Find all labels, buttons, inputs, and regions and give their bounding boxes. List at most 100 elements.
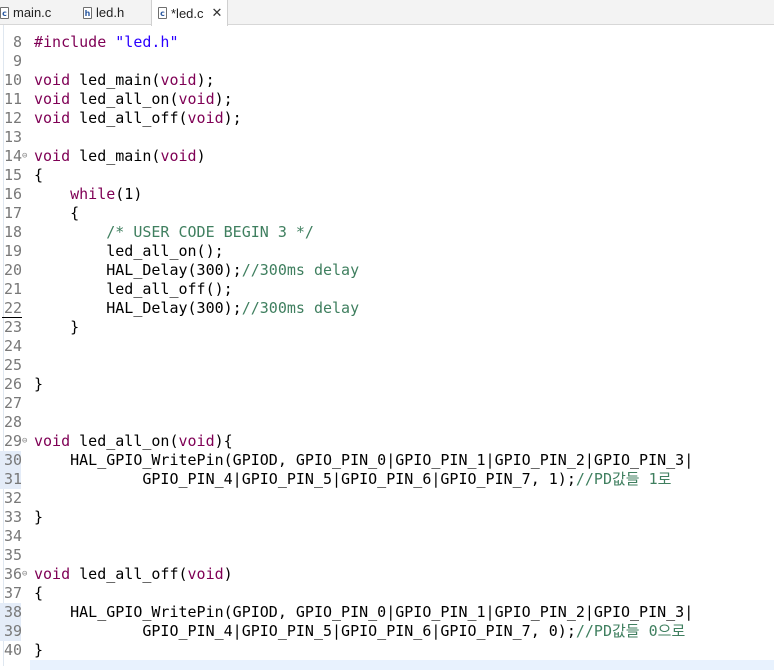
code-line[interactable]: 25 — [0, 356, 774, 375]
fold-toggle-icon[interactable]: ⊖ — [22, 147, 27, 166]
code-line[interactable]: 16 while(1) — [0, 185, 774, 204]
code-text: void led_all_on(void){ — [34, 432, 233, 450]
fold-toggle-icon[interactable]: ⊖ — [22, 565, 27, 584]
line-number: 35 — [3, 546, 22, 564]
code-text: led_all_off(); — [34, 280, 233, 298]
line-number: 23 — [3, 318, 22, 336]
code-line[interactable]: 12 void led_all_off(void); — [0, 109, 774, 128]
line-number: 30 — [3, 451, 22, 469]
line-number: 20 — [3, 261, 22, 279]
code-line[interactable]: 20 HAL_Delay(300);//300ms delay — [0, 261, 774, 280]
line-number: 31 — [3, 470, 22, 488]
code-line[interactable]: 21 led_all_off(); — [0, 280, 774, 299]
code-line[interactable]: 28 — [0, 413, 774, 432]
code-text: HAL_GPIO_WritePin(GPIOD, GPIO_PIN_0|GPIO… — [34, 451, 694, 469]
code-line[interactable]: 18 /* USER CODE BEGIN 3 */ — [0, 223, 774, 242]
close-icon[interactable]: ✕ — [212, 6, 223, 21]
line-number: 11 — [3, 90, 22, 108]
code-text: GPIO_PIN_4|GPIO_PIN_5|GPIO_PIN_6|GPIO_PI… — [34, 622, 686, 640]
editor-tab-bar: c main.c h led.h c *led.c ✕ — [0, 0, 774, 26]
tab-main-c[interactable]: c main.c — [0, 0, 75, 25]
code-text: { — [34, 584, 44, 602]
code-text: { — [34, 204, 80, 222]
c-header-file-icon: h — [83, 6, 92, 19]
code-editor[interactable]: 8 #include "led.h" 9 10 void led_main(void);… — [0, 25, 774, 670]
line-number: 14 — [3, 147, 22, 165]
line-number: 28 — [3, 413, 22, 431]
line-number: 37 — [3, 584, 22, 602]
c-source-file-icon: c — [158, 7, 167, 19]
code-line[interactable]: 10 void led_main(void); — [0, 71, 774, 90]
code-line[interactable]: 15 { — [0, 166, 774, 185]
code-line[interactable]: 23 } — [0, 318, 774, 337]
code-line[interactable]: 30 HAL_GPIO_WritePin(GPIOD, GPIO_PIN_0|G… — [0, 451, 774, 470]
line-number: 25 — [3, 356, 22, 374]
code-text: void led_all_on(void); — [34, 90, 233, 108]
tab-label: main.c — [13, 5, 52, 20]
code-line[interactable]: 39 GPIO_PIN_4|GPIO_PIN_5|GPIO_PIN_6|GPIO… — [0, 622, 774, 641]
code-line[interactable]: 27 — [0, 394, 774, 413]
line-number: 21 — [3, 280, 22, 298]
code-line[interactable]: 17 { — [0, 204, 774, 223]
code-line[interactable]: 32 — [0, 489, 774, 508]
code-line[interactable]: 11 void led_all_on(void); — [0, 90, 774, 109]
code-line[interactable]: 13 — [0, 128, 774, 147]
line-number: 15 — [3, 166, 22, 184]
line-number: 22 — [3, 299, 22, 317]
line-number: 27 — [3, 394, 22, 412]
code-line[interactable]: 31 GPIO_PIN_4|GPIO_PIN_5|GPIO_PIN_6|GPIO… — [0, 470, 774, 489]
code-line[interactable]: 40} — [0, 641, 774, 660]
code-text: HAL_Delay(300);//300ms delay — [34, 299, 360, 317]
tab-led-h[interactable]: h led.h — [83, 0, 149, 25]
code-line[interactable]: 37 { — [0, 584, 774, 603]
tab-label: led.h — [96, 5, 125, 20]
code-line[interactable]: 24 — [0, 337, 774, 356]
code-line[interactable]: 14 ⊖ void led_main(void) — [0, 147, 774, 166]
code-line[interactable]: 29 ⊖ void led_all_on(void){ — [0, 432, 774, 451]
fold-toggle-icon[interactable]: ⊖ — [22, 432, 27, 451]
code-text: HAL_Delay(300);//300ms delay — [34, 261, 360, 279]
line-number: 13 — [3, 128, 22, 146]
line-number: 24 — [3, 337, 22, 355]
line-number: 8 — [12, 33, 22, 51]
code-line[interactable]: 33} — [0, 508, 774, 527]
code-text: } — [34, 375, 44, 393]
code-text: while(1) — [70, 185, 143, 203]
line-number: 40 — [3, 641, 22, 659]
code-text: } — [34, 641, 44, 659]
tab-led-c[interactable]: c *led.c ✕ — [151, 0, 228, 26]
c-source-file-icon: c — [0, 6, 9, 19]
line-number: 9 — [12, 52, 22, 70]
line-number: 29 — [3, 432, 22, 450]
code-line[interactable]: 19 led_all_on(); — [0, 242, 774, 261]
code-text: HAL_GPIO_WritePin(GPIOD, GPIO_PIN_0|GPIO… — [34, 603, 694, 621]
code-line[interactable]: 22 HAL_Delay(300);//300ms delay — [0, 299, 774, 318]
code-line[interactable]: 34 — [0, 527, 774, 546]
code-text: #include "led.h" — [34, 33, 179, 51]
code-line[interactable]: 8 #include "led.h" — [0, 33, 774, 52]
line-number: 19 — [3, 242, 22, 260]
code-line[interactable]: 35 — [0, 546, 774, 565]
line-number: 38 — [3, 603, 22, 621]
code-text: void led_all_off(void); — [34, 109, 242, 127]
code-line[interactable]: 38 HAL_GPIO_WritePin(GPIOD, GPIO_PIN_0|G… — [0, 603, 774, 622]
line-number: 17 — [3, 204, 22, 222]
code-line[interactable]: 36 ⊖ void led_all_off(void) — [0, 565, 774, 584]
line-number: 39 — [3, 622, 22, 640]
line-number: 26 — [3, 375, 22, 393]
code-line[interactable]: 26} — [0, 375, 774, 394]
line-number: 12 — [3, 109, 22, 127]
code-text: void led_main(void) — [34, 147, 206, 165]
code-text: led_all_on(); — [34, 242, 224, 260]
current-line-highlight — [30, 660, 774, 670]
code-text: } — [34, 318, 80, 336]
line-number: 10 — [3, 71, 22, 89]
code-text: GPIO_PIN_4|GPIO_PIN_5|GPIO_PIN_6|GPIO_PI… — [34, 470, 672, 488]
line-number: 16 — [3, 185, 22, 203]
code-text: void led_main(void); — [34, 71, 215, 89]
code-text: void led_all_off(void) — [34, 565, 233, 583]
code-text: } — [34, 508, 44, 526]
tab-label: *led.c — [171, 5, 204, 21]
code-line[interactable]: 9 — [0, 52, 774, 71]
code-text: /* USER CODE BEGIN 3 */ — [106, 223, 314, 241]
